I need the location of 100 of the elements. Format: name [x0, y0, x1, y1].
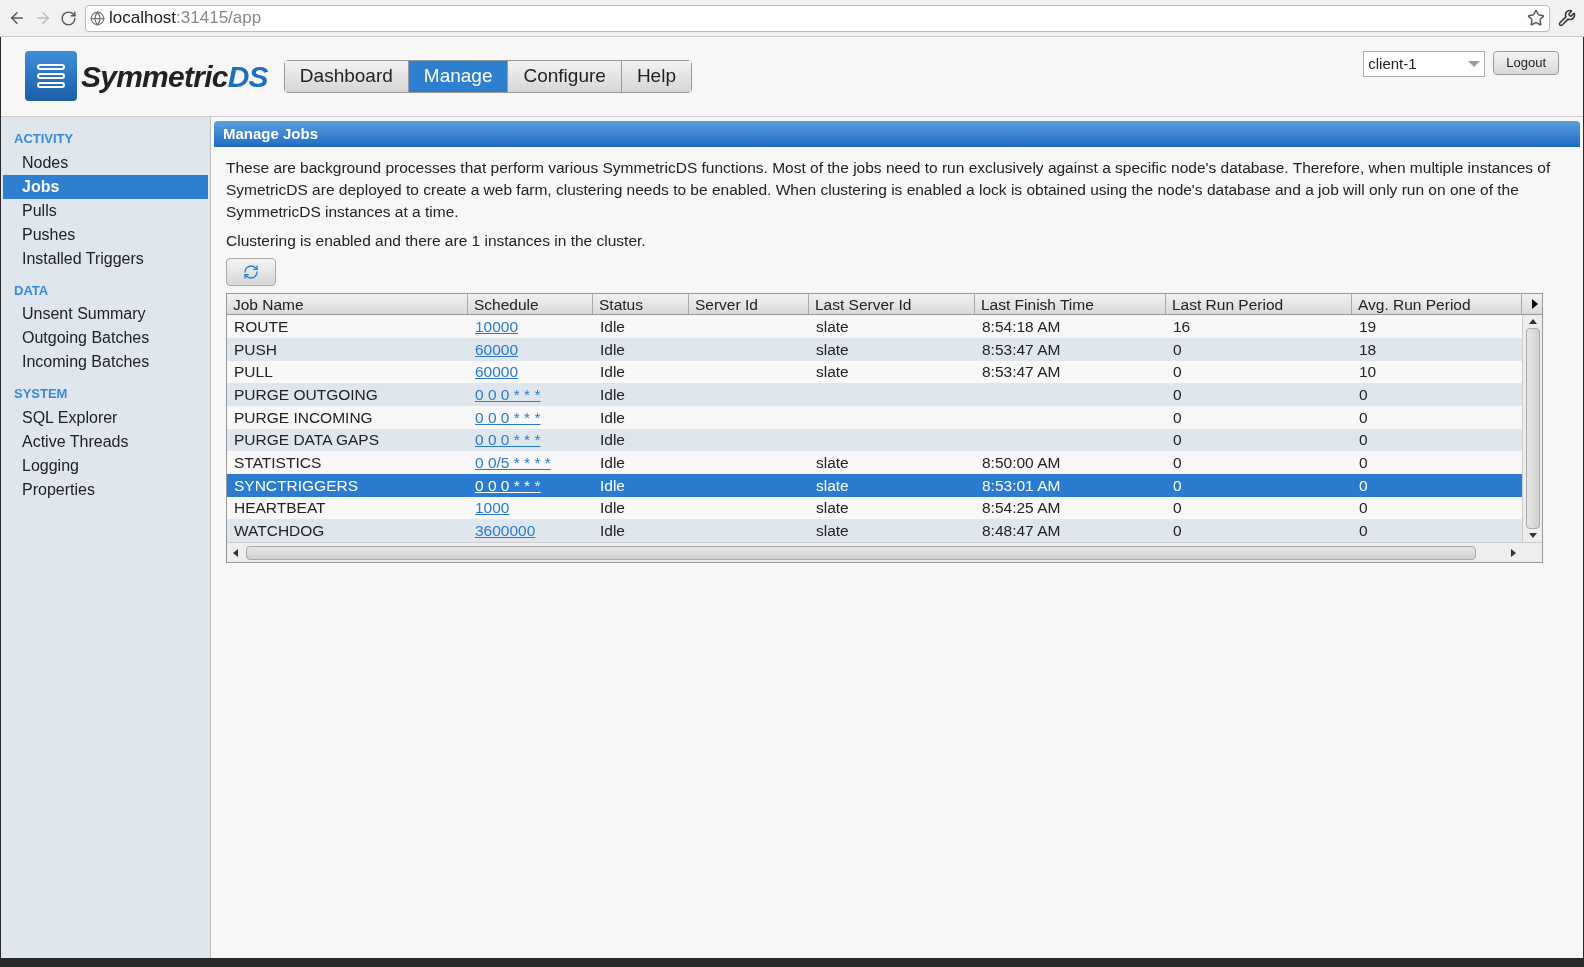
node-select[interactable]: client-1 — [1363, 51, 1486, 77]
schedule-link[interactable]: 0 0 0 * * * — [475, 473, 541, 498]
table-row[interactable]: SYNCTRIGGERS 0 0 0 * * * Idle slate 8:53:01 AM 0 0 — [227, 474, 1522, 497]
sidebar-item[interactable]: Unsent Summary — [3, 302, 208, 326]
table-cell-text: Idle — [600, 521, 625, 542]
table-cell-text: slate — [816, 453, 849, 474]
back-icon[interactable] — [8, 9, 26, 27]
table-cell-text: 19 — [1359, 316, 1377, 337]
table-cell-text: 0 — [1173, 385, 1182, 406]
sidebar-heading: ACTIVITY — [13, 130, 75, 148]
table-row[interactable]: PUSH 60000 Idle slate 8:53:47 AM 0 18 — [227, 337, 1522, 361]
table-cell-text: 0 — [1173, 475, 1182, 496]
url-text: localhost:31415/app — [109, 7, 262, 30]
column-header[interactable]: Avg. Run Period — [1352, 294, 1522, 315]
table-cell-text: Idle — [600, 339, 625, 360]
column-header[interactable]: Last Run Period — [1166, 294, 1352, 315]
logo-text: SymmetricDS — [81, 58, 268, 95]
table-cell-text: 8:53:01 AM — [982, 475, 1061, 496]
schedule-link[interactable]: 0 0 0 * * * — [475, 405, 541, 429]
table-cell-text: Idle — [600, 385, 625, 406]
caret-icon — [1468, 61, 1481, 67]
column-header[interactable]: Status — [593, 294, 689, 315]
schedule-link[interactable]: 3600000 — [475, 519, 536, 543]
table-cell-text: 10 — [1359, 362, 1377, 383]
table-cell-text: PUSH — [234, 339, 278, 360]
scroll-right-icon[interactable] — [1532, 299, 1538, 310]
table-cell-text: 0 — [1359, 498, 1368, 519]
table-cell-text: Idle — [600, 407, 625, 428]
schedule-link[interactable]: 1000 — [475, 496, 510, 520]
table-cell-text: ROUTE — [234, 316, 289, 337]
table-cell-text: slate — [816, 339, 849, 360]
star-icon[interactable] — [1527, 9, 1545, 27]
table-cell-text: slate — [816, 498, 849, 519]
sidebar-item[interactable]: Incoming Batches — [3, 350, 208, 374]
table-cell-text: PULL — [234, 362, 273, 383]
refresh-button[interactable] — [226, 258, 276, 287]
table-cell-text: 0 — [1359, 407, 1368, 428]
sidebar-item[interactable]: Pushes — [3, 222, 208, 247]
table-cell-text: slate — [816, 475, 849, 496]
column-header[interactable]: Job Name — [227, 294, 468, 315]
schedule-link[interactable]: 60000 — [475, 337, 519, 361]
table-cell-text: 16 — [1173, 316, 1191, 337]
sidebar-item[interactable]: Properties — [3, 477, 208, 502]
table-cell-text: Idle — [600, 430, 625, 451]
table-row[interactable]: PURGE OUTGOING 0 0 0 * * * Idle 0 0 — [227, 383, 1522, 406]
table-cell-text: slate — [816, 316, 849, 337]
sidebar-item[interactable]: Outgoing Batches — [3, 326, 208, 350]
table-cell-text: 8:54:25 AM — [982, 498, 1061, 519]
sidebar-item[interactable]: Active Threads — [3, 429, 208, 454]
table-cell-text: 0 — [1359, 430, 1368, 451]
table-cell-text: slate — [816, 521, 849, 542]
horizontal-scrollbar[interactable] — [227, 542, 1542, 563]
column-header[interactable]: Schedule — [468, 294, 593, 315]
table-cell-text: 0 — [1173, 453, 1182, 474]
nav-tab[interactable]: Manage — [408, 61, 509, 92]
table-cell-text: 0 — [1359, 385, 1368, 406]
table-cell-text: 0 — [1173, 521, 1182, 542]
logo-icon — [25, 51, 77, 101]
table-cell-text: 0 — [1173, 498, 1182, 519]
sidebar-item[interactable]: SQL Explorer — [3, 405, 208, 430]
table-row[interactable]: PURGE DATA GAPS 0 0 0 * * * Idle 0 0 — [227, 428, 1522, 452]
reload-icon[interactable] — [60, 9, 77, 27]
column-header[interactable]: Last Server Id — [809, 294, 975, 315]
table-cell-text: Idle — [600, 316, 625, 337]
schedule-link[interactable]: 0 0/5 * * * * — [475, 451, 551, 475]
table-cell-text: HEARTBEAT — [234, 498, 326, 519]
globe-icon — [90, 10, 105, 26]
logout-button[interactable]: Logout — [1493, 51, 1559, 75]
schedule-link[interactable]: 0 0 0 * * * — [475, 383, 541, 407]
table-cell-text: 8:53:47 AM — [982, 339, 1061, 360]
table-cell-text: Idle — [600, 362, 625, 383]
sidebar-heading: SYSTEM — [13, 385, 69, 403]
table-cell-text: 18 — [1359, 339, 1377, 360]
address-bar[interactable]: localhost:31415/app — [85, 4, 1550, 32]
table-cell-text: 0 — [1359, 453, 1368, 474]
sidebar-item[interactable]: Nodes — [3, 150, 208, 175]
table-cell-text: 0 — [1173, 339, 1182, 360]
nav-tab[interactable]: Configure — [508, 61, 622, 92]
nav-tab[interactable]: Dashboard — [284, 61, 409, 92]
table-cell-text: 8:48:47 AM — [982, 521, 1061, 542]
table-cell-text: 0 — [1359, 521, 1368, 542]
column-header[interactable]: Server Id — [689, 294, 809, 315]
column-header[interactable]: Last Finish Time — [975, 294, 1166, 315]
sidebar-item[interactable]: Logging — [3, 453, 208, 478]
sidebar-item[interactable]: Installed Triggers — [3, 246, 208, 271]
table-cell-text: 0 — [1173, 362, 1182, 383]
sidebar-item[interactable]: Jobs — [3, 174, 208, 199]
wrench-icon[interactable] — [1558, 9, 1576, 27]
schedule-link[interactable]: 60000 — [475, 360, 519, 384]
table-row[interactable]: WATCHDOG 3600000 Idle slate 8:48:47 AM 0 0 — [227, 519, 1522, 543]
refresh-icon — [243, 264, 259, 281]
table-cell-text: 0 — [1359, 475, 1368, 496]
nav-tab[interactable]: Help — [621, 61, 691, 92]
table-cell-text: 0 — [1173, 407, 1182, 428]
sidebar-item[interactable]: Pulls — [3, 198, 208, 223]
schedule-link[interactable]: 10000 — [475, 314, 519, 339]
schedule-link[interactable]: 0 0 0 * * * — [475, 428, 541, 452]
panel-title-bar: Manage Jobs — [214, 121, 1580, 147]
vertical-scrollbar[interactable] — [1522, 315, 1542, 543]
table-cell-text: PURGE INCOMING — [234, 407, 373, 428]
